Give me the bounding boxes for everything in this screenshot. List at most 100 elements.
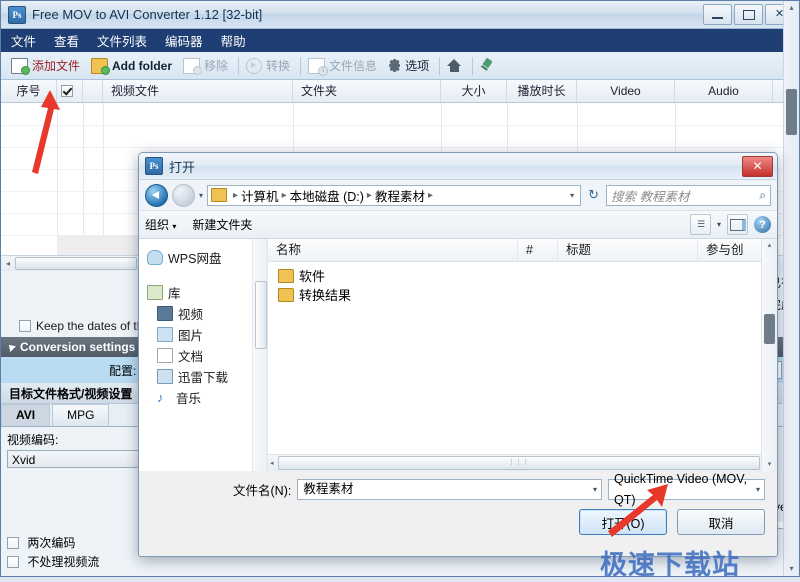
file-list-item[interactable]: 转换结果 bbox=[268, 285, 777, 304]
nav-item-label: 文档 bbox=[178, 346, 203, 365]
toolbar-remove[interactable]: 移除 bbox=[179, 55, 235, 76]
column-header-duration[interactable]: 播放时长 bbox=[507, 80, 577, 102]
file-name: 软件 bbox=[299, 266, 325, 285]
forward-icon[interactable] bbox=[172, 184, 195, 207]
main-vertical-scrollbar[interactable]: ▴ ▾ bbox=[783, 1, 799, 576]
file-list-pane[interactable]: 名称 # 标题 参与创 软件 转换结果 ◂ ⋮⋮⋮ ▴ bbox=[268, 239, 777, 471]
nav-item-music[interactable]: ♪ 音乐 bbox=[139, 387, 267, 408]
column-header-size[interactable]: 大小 bbox=[441, 80, 507, 102]
dialog-body: WPS网盘 库 视频 图片 文档 迅雷下载 bbox=[139, 239, 777, 471]
menu-item-view[interactable]: 查看 bbox=[54, 31, 79, 50]
file-column-name[interactable]: 名称 bbox=[268, 239, 518, 261]
chevron-down-icon[interactable]: ▾ bbox=[756, 479, 764, 500]
scroll-thumb[interactable] bbox=[764, 314, 775, 344]
menu-item-filelist[interactable]: 文件列表 bbox=[97, 31, 147, 50]
search-placeholder: 搜索 教程素材 bbox=[611, 186, 689, 205]
dialog-toolbar: 组织 ▾ 新建文件夹 ☰ ▾ ? bbox=[139, 210, 777, 239]
toolbar-home[interactable] bbox=[443, 57, 469, 74]
column-header-spacer bbox=[83, 80, 103, 102]
annotation-arrow-add-file bbox=[14, 88, 84, 178]
scroll-left-arrow[interactable]: ◂ bbox=[1, 259, 15, 268]
refresh-icon[interactable]: ↻ bbox=[585, 187, 602, 203]
file-column-number[interactable]: # bbox=[518, 239, 558, 261]
filename-input[interactable]: 教程素材 ▾ bbox=[297, 479, 602, 500]
toolbar-add-file[interactable]: 添加文件 bbox=[7, 55, 87, 76]
nav-pane-scrollbar[interactable] bbox=[252, 239, 267, 471]
nav-item-documents[interactable]: 文档 bbox=[139, 345, 267, 366]
dialog-close-button[interactable]: ✕ bbox=[742, 156, 773, 177]
breadcrumb-computer[interactable]: 计算机 bbox=[241, 186, 279, 205]
file-info-icon bbox=[308, 58, 325, 74]
preview-pane-icon[interactable] bbox=[727, 214, 748, 235]
toolbar-add-folder[interactable]: Add folder bbox=[87, 56, 179, 76]
main-toolbar: 添加文件 Add folder 移除 转换 文件信息 选项 bbox=[1, 52, 799, 80]
breadcrumb-local-disk[interactable]: 本地磁盘 (D:) bbox=[290, 186, 364, 205]
column-header-video-file[interactable]: 视频文件 bbox=[103, 80, 293, 102]
minimize-button[interactable] bbox=[703, 4, 732, 25]
view-chevron-down-icon[interactable]: ▾ bbox=[717, 220, 721, 229]
toolbar-options[interactable]: 选项 bbox=[384, 55, 436, 76]
nav-item-label: 迅雷下载 bbox=[178, 367, 228, 386]
column-header-folder[interactable]: 文件夹 bbox=[293, 80, 441, 102]
tab-mpg[interactable]: MPG bbox=[52, 404, 109, 426]
scroll-down-arrow[interactable]: ▾ bbox=[762, 458, 777, 471]
scroll-up-arrow[interactable]: ▴ bbox=[762, 239, 777, 252]
scroll-left-arrow[interactable]: ◂ bbox=[268, 459, 276, 467]
search-input[interactable]: 搜索 教程素材 ⌕ bbox=[606, 185, 771, 206]
menu-item-help[interactable]: 帮助 bbox=[221, 31, 246, 50]
nav-item-thunder-download[interactable]: 迅雷下载 bbox=[139, 366, 267, 387]
toolbar-pin[interactable] bbox=[476, 57, 501, 75]
breadcrumb-dropdown-icon[interactable]: ▾ bbox=[570, 191, 577, 200]
file-list-horizontal-scrollbar[interactable]: ◂ ⋮⋮⋮ bbox=[268, 454, 762, 471]
gear-icon bbox=[388, 59, 401, 72]
cancel-button[interactable]: 取消 bbox=[677, 509, 765, 535]
file-table-header: 序号 视频文件 文件夹 大小 播放时长 Video Audio bbox=[1, 80, 799, 103]
annotation-arrow-open-button bbox=[600, 482, 680, 542]
nav-item-wps-cloud[interactable]: WPS网盘 bbox=[139, 247, 267, 268]
scroll-up-arrow[interactable]: ▴ bbox=[784, 1, 799, 15]
toolbar-file-info[interactable]: 文件信息 bbox=[304, 55, 384, 76]
window-controls: ✕ bbox=[703, 4, 794, 25]
tab-avi[interactable]: AVI bbox=[1, 404, 50, 426]
video-codec-select[interactable]: Xvid bbox=[7, 450, 155, 468]
view-list-icon[interactable]: ☰ bbox=[690, 214, 711, 235]
toolbar-separator bbox=[238, 57, 239, 75]
file-list-vertical-scrollbar[interactable]: ▴ ▾ bbox=[761, 239, 777, 471]
vertical-scroll-thumb[interactable] bbox=[786, 89, 797, 135]
breadcrumb[interactable]: ▸ 计算机 ▸ 本地磁盘 (D:) ▸ 教程素材 ▸ ▾ bbox=[207, 185, 581, 206]
breadcrumb-sep: ▸ bbox=[428, 190, 433, 201]
menu-item-encoder[interactable]: 编码器 bbox=[165, 31, 203, 50]
new-folder-button[interactable]: 新建文件夹 bbox=[192, 216, 252, 233]
toolbar-convert[interactable]: 转换 bbox=[242, 55, 297, 76]
dialog-title: 打开 bbox=[163, 157, 742, 176]
nav-scroll-thumb[interactable] bbox=[255, 281, 267, 349]
two-pass-checkbox[interactable] bbox=[7, 537, 19, 549]
breadcrumb-current-folder[interactable]: 教程素材 bbox=[375, 186, 425, 205]
column-header-audio[interactable]: Audio bbox=[675, 80, 773, 102]
no-video-stream-checkbox[interactable] bbox=[7, 556, 19, 568]
file-column-title[interactable]: 标题 bbox=[558, 239, 698, 261]
scroll-thumb[interactable]: ⋮⋮⋮ bbox=[278, 456, 760, 470]
menu-item-file[interactable]: 文件 bbox=[11, 31, 36, 50]
organize-button[interactable]: 组织 ▾ bbox=[145, 216, 176, 233]
nav-item-pictures[interactable]: 图片 bbox=[139, 324, 267, 345]
scroll-thumb[interactable] bbox=[15, 257, 137, 270]
dialog-title-bar: Ps 打开 ✕ bbox=[139, 153, 777, 180]
maximize-button[interactable] bbox=[734, 4, 763, 25]
scroll-down-arrow[interactable]: ▾ bbox=[784, 562, 799, 576]
conversion-settings-title: Conversion settings bbox=[20, 340, 135, 354]
history-dropdown-icon[interactable]: ▾ bbox=[199, 191, 203, 200]
back-icon[interactable] bbox=[145, 184, 168, 207]
file-list-item[interactable]: 软件 bbox=[268, 266, 777, 285]
nav-item-libraries[interactable]: 库 bbox=[139, 282, 267, 303]
file-column-contributors[interactable]: 参与创 bbox=[698, 239, 768, 261]
pin-icon bbox=[480, 59, 494, 73]
column-header-video[interactable]: Video bbox=[577, 80, 675, 102]
breadcrumb-sep: ▸ bbox=[282, 190, 287, 201]
menu-bar: 文件 查看 文件列表 编码器 帮助 bbox=[1, 29, 799, 52]
add-folder-icon bbox=[91, 58, 108, 74]
keep-dates-checkbox[interactable] bbox=[19, 320, 31, 332]
help-icon[interactable]: ? bbox=[754, 216, 771, 233]
title-bar: Ps Free MOV to AVI Converter 1.12 [32-bi… bbox=[1, 1, 799, 29]
nav-item-videos[interactable]: 视频 bbox=[139, 303, 267, 324]
